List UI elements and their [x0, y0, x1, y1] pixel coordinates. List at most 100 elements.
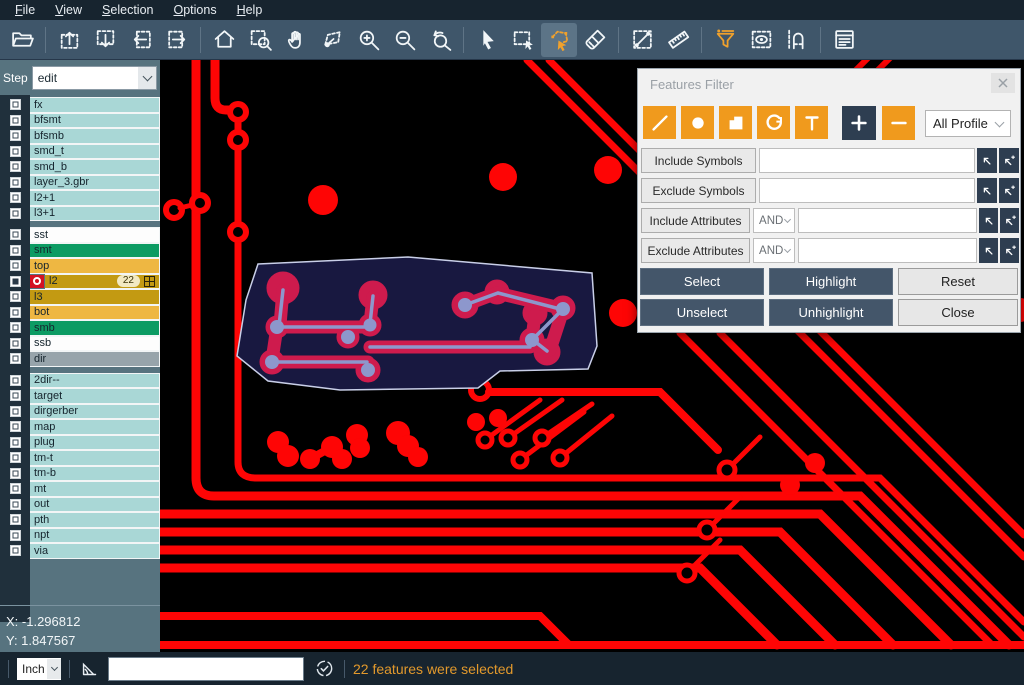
measure-ruler-button[interactable] — [660, 23, 696, 57]
layer-checkbox-tm-b[interactable] — [10, 468, 21, 479]
menu-file[interactable]: File — [6, 2, 44, 18]
zoom-previous-button[interactable] — [422, 23, 458, 57]
exclude-attributes-field[interactable] — [798, 238, 977, 263]
layer-l3+1[interactable]: l3+1 — [30, 206, 160, 222]
select-rectangle-button[interactable] — [505, 23, 541, 57]
layer-checkbox-dirgerber[interactable] — [10, 406, 21, 417]
menu-view[interactable]: View — [46, 2, 91, 18]
text-feature-button[interactable] — [795, 106, 828, 139]
layer-smb[interactable]: smb — [30, 320, 160, 336]
layer-checkbox-ssb[interactable] — [10, 338, 21, 349]
snap-magnet-button[interactable] — [779, 23, 815, 57]
selection-region[interactable] — [237, 257, 597, 390]
notes-panel-button[interactable] — [826, 23, 862, 57]
pan-down-button[interactable] — [87, 23, 123, 57]
layer-checkbox-plug[interactable] — [10, 437, 21, 448]
command-input[interactable] — [108, 657, 304, 681]
layer-tm-b[interactable]: tm-b — [30, 466, 160, 482]
angle-mode-button[interactable] — [78, 657, 102, 681]
layer-checkbox-map[interactable] — [10, 421, 21, 432]
layer-checkbox-2dir--[interactable] — [10, 375, 21, 386]
layer-l2[interactable]: l222 — [45, 274, 160, 290]
layer-checkbox-dir[interactable] — [10, 353, 21, 364]
remove-filter-button[interactable] — [882, 106, 915, 140]
layer-bfsmt[interactable]: bfsmt — [30, 113, 160, 129]
layer-checkbox-l3[interactable] — [10, 291, 21, 302]
zoom-in-button[interactable] — [350, 23, 386, 57]
pan-right-button[interactable] — [159, 23, 195, 57]
layer-smd_b[interactable]: smd_b — [30, 159, 160, 175]
menu-selection[interactable]: Selection — [93, 2, 162, 18]
measure-points-button[interactable] — [624, 23, 660, 57]
layer-target[interactable]: target — [30, 388, 160, 404]
zoom-area-button[interactable] — [314, 23, 350, 57]
include-symbols-field[interactable] — [759, 148, 975, 173]
pan-left-button[interactable] — [123, 23, 159, 57]
line-feature-button[interactable] — [643, 106, 676, 139]
exclude-symbols-pick-button[interactable] — [977, 178, 997, 203]
include-attributes-field[interactable] — [798, 208, 977, 233]
layer-ssb[interactable]: ssb — [30, 336, 160, 352]
layer-checkbox-smd_t[interactable] — [10, 146, 21, 157]
layer-checkbox-pth[interactable] — [10, 514, 21, 525]
reset-button[interactable]: Reset — [898, 268, 1018, 295]
layer-checkbox-l2[interactable] — [10, 276, 21, 287]
units-dropdown[interactable]: Inch — [17, 658, 61, 680]
layer-smt[interactable]: smt — [30, 243, 160, 259]
layer-checkbox-bfsmt[interactable] — [10, 115, 21, 126]
layer-checkbox-smb[interactable] — [10, 322, 21, 333]
layer-dir[interactable]: dir — [30, 351, 160, 367]
exclude-attributes-button[interactable]: Exclude Attributes — [641, 238, 750, 263]
exclude-attributes-and-dropdown[interactable]: AND — [753, 238, 795, 263]
layer-checkbox-fx[interactable] — [10, 99, 21, 110]
exclude-symbols-field[interactable] — [759, 178, 975, 203]
layer-checkbox-out[interactable] — [10, 499, 21, 510]
layer-checkbox-smd_b[interactable] — [10, 161, 21, 172]
include-attributes-pick-add-button[interactable] — [1000, 208, 1019, 233]
close-button[interactable]: Close — [898, 299, 1018, 326]
layer-checkbox-top[interactable] — [10, 260, 21, 271]
zoom-window-button[interactable] — [242, 23, 278, 57]
layer-map[interactable]: map — [30, 419, 160, 435]
layer-checkbox-l3+1[interactable] — [10, 208, 21, 219]
layer-checkbox-mt[interactable] — [10, 483, 21, 494]
layer-bot[interactable]: bot — [30, 305, 160, 321]
layer-pth[interactable]: pth — [30, 512, 160, 528]
unselect-button[interactable]: Unselect — [640, 299, 764, 326]
layer-checkbox-bfsmb[interactable] — [10, 130, 21, 141]
layer-layer_3.gbr[interactable]: layer_3.gbr — [30, 175, 160, 191]
unhighlight-button[interactable]: Unhighlight — [769, 299, 893, 326]
pan-up-button[interactable] — [51, 23, 87, 57]
clear-highlight-button[interactable] — [577, 23, 613, 57]
layer-top[interactable]: top — [30, 258, 160, 274]
exclude-attributes-pick-button[interactable] — [979, 238, 998, 263]
layer-checkbox-tm-t[interactable] — [10, 452, 21, 463]
select-polygon-button[interactable] — [541, 23, 577, 57]
refresh-status-button[interactable] — [312, 657, 336, 681]
exclude-symbols-button[interactable]: Exclude Symbols — [641, 178, 756, 203]
layer-checkbox-layer_3.gbr[interactable] — [10, 177, 21, 188]
layer-2dir--[interactable]: 2dir-- — [30, 373, 160, 389]
zoom-home-button[interactable] — [206, 23, 242, 57]
menu-options[interactable]: Options — [164, 2, 225, 18]
view-inside-button[interactable] — [743, 23, 779, 57]
select-pointer-button[interactable] — [469, 23, 505, 57]
layer-checkbox-smt[interactable] — [10, 245, 21, 256]
surface-feature-button[interactable] — [719, 106, 752, 139]
profile-dropdown[interactable]: All Profile — [925, 110, 1011, 137]
layer-via[interactable]: via — [30, 543, 160, 559]
exclude-attributes-pick-add-button[interactable] — [1000, 238, 1019, 263]
layer-plug[interactable]: plug — [30, 435, 160, 451]
include-attributes-pick-button[interactable] — [979, 208, 998, 233]
include-symbols-pick-add-button[interactable] — [999, 148, 1019, 173]
layer-fx[interactable]: fx — [30, 97, 160, 113]
layer-checkbox-bot[interactable] — [10, 307, 21, 318]
dialog-close-button[interactable] — [991, 73, 1015, 93]
layer-mt[interactable]: mt — [30, 481, 160, 497]
arc-feature-button[interactable] — [757, 106, 790, 139]
layer-l3[interactable]: l3 — [30, 289, 160, 305]
layer-sst[interactable]: sst — [30, 227, 160, 243]
include-symbols-button[interactable]: Include Symbols — [641, 148, 756, 173]
add-filter-button[interactable] — [842, 106, 876, 140]
layer-npt[interactable]: npt — [30, 528, 160, 544]
